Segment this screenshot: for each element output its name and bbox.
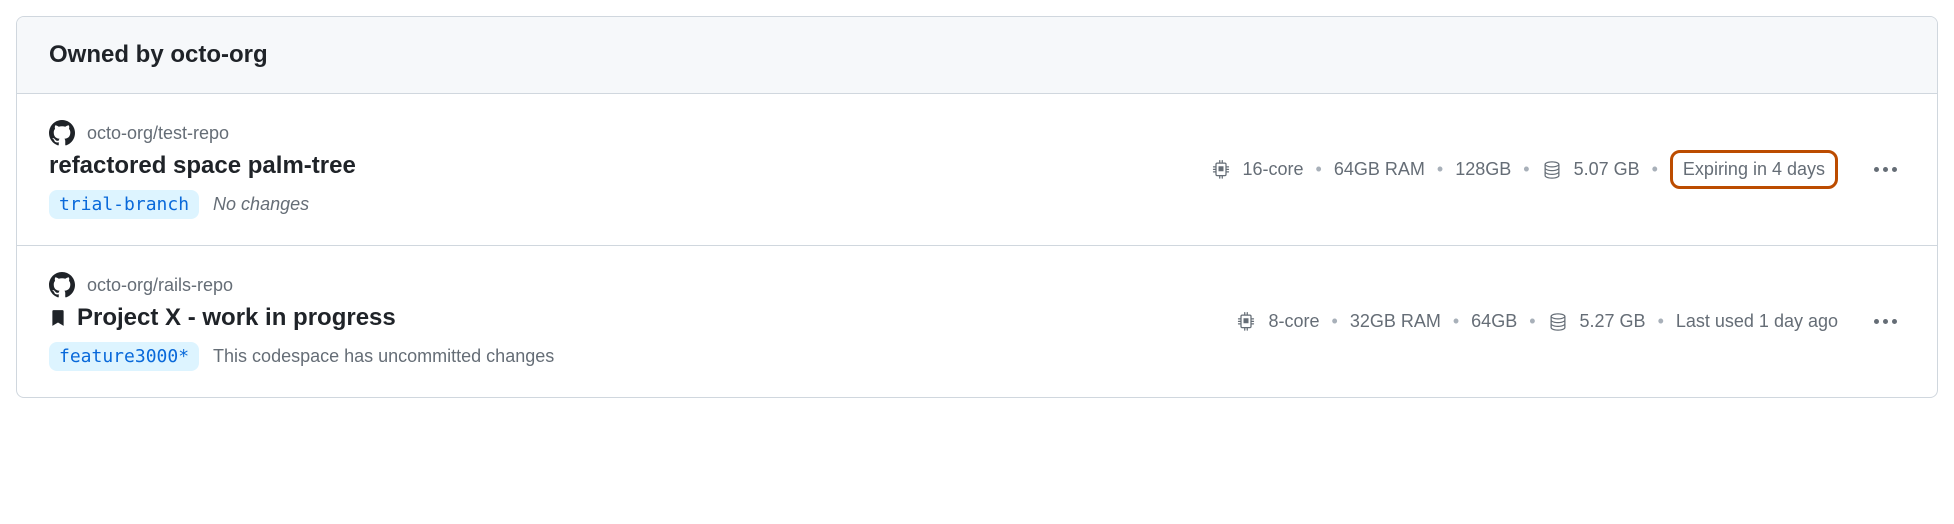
codespace-name[interactable]: Project X - work in progress — [77, 304, 396, 332]
kebab-menu-button[interactable] — [1866, 157, 1905, 182]
storage-size: 5.07 GB — [1574, 159, 1640, 180]
spec-cores: 8-core — [1268, 311, 1319, 332]
codespace-name[interactable]: refactored space palm-tree — [49, 152, 356, 180]
codespace-meta: 8-core • 32GB RAM • 64GB • 5.27 GB • Las… — [1236, 311, 1838, 332]
codespace-name-line: Project X - work in progress — [49, 304, 1220, 332]
section-header: Owned by octo-org — [17, 17, 1937, 94]
codespace-meta: 16-core • 64GB RAM • 128GB • 5.07 GB • E… — [1211, 150, 1838, 189]
dot-separator: • — [1652, 159, 1658, 180]
codespaces-panel: Owned by octo-org octo-org/test-repo ref… — [16, 16, 1938, 398]
dot-separator: • — [1523, 159, 1529, 180]
codespace-name-line: refactored space palm-tree — [49, 152, 1195, 180]
bookmark-icon — [49, 309, 67, 327]
spec-disk: 128GB — [1455, 159, 1511, 180]
spec-cores: 16-core — [1243, 159, 1304, 180]
codespace-main: octo-org/test-repo refactored space palm… — [49, 120, 1195, 219]
spec-ram: 64GB RAM — [1334, 159, 1425, 180]
repo-name[interactable]: octo-org/rails-repo — [87, 275, 233, 296]
codespace-main: octo-org/rails-repo Project X - work in … — [49, 272, 1220, 371]
dot-separator: • — [1316, 159, 1322, 180]
dot-separator: • — [1332, 311, 1338, 332]
storage-size: 5.27 GB — [1580, 311, 1646, 332]
repo-name[interactable]: octo-org/test-repo — [87, 123, 229, 144]
github-logo-icon — [49, 272, 75, 298]
changes-text: This codespace has uncommitted changes — [213, 346, 554, 367]
dot-separator: • — [1529, 311, 1535, 332]
branch-tag[interactable]: feature3000* — [49, 342, 199, 371]
github-logo-icon — [49, 120, 75, 146]
kebab-menu-button[interactable] — [1866, 309, 1905, 334]
branch-tag[interactable]: trial-branch — [49, 190, 199, 219]
branch-line: trial-branch No changes — [49, 190, 1195, 219]
branch-line: feature3000* This codespace has uncommit… — [49, 342, 1220, 371]
dot-separator: • — [1453, 311, 1459, 332]
repo-line: octo-org/test-repo — [49, 120, 1195, 146]
section-title: Owned by octo-org — [49, 41, 268, 68]
changes-text: No changes — [213, 194, 309, 215]
dot-separator: • — [1437, 159, 1443, 180]
spec-disk: 64GB — [1471, 311, 1517, 332]
status-text: Last used 1 day ago — [1676, 311, 1838, 332]
database-icon — [1542, 160, 1562, 180]
cpu-icon — [1236, 312, 1256, 332]
cpu-icon — [1211, 160, 1231, 180]
codespace-row: octo-org/test-repo refactored space palm… — [17, 94, 1937, 246]
status-text: Expiring in 4 days — [1670, 150, 1838, 189]
codespace-row: octo-org/rails-repo Project X - work in … — [17, 246, 1937, 397]
dot-separator: • — [1658, 311, 1664, 332]
database-icon — [1548, 312, 1568, 332]
repo-line: octo-org/rails-repo — [49, 272, 1220, 298]
spec-ram: 32GB RAM — [1350, 311, 1441, 332]
